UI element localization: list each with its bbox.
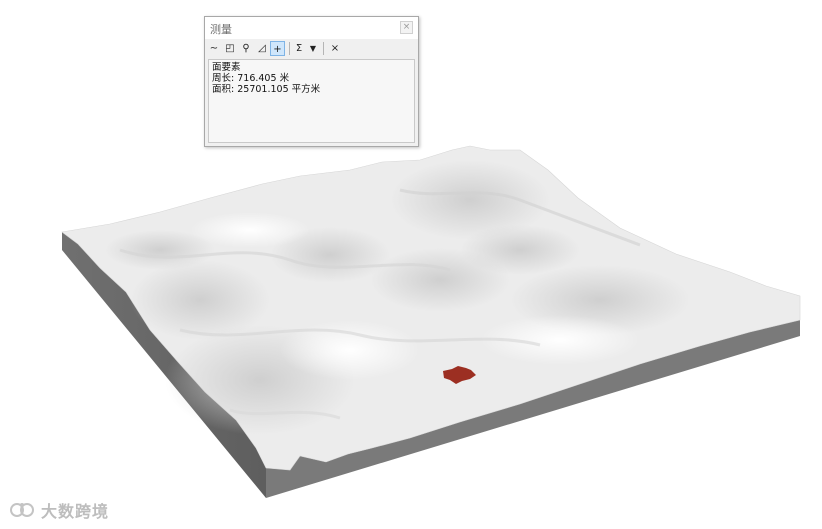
feature-type: 面要素 [212,62,241,73]
area-unit: 平方米 [291,84,321,95]
watermark: 大数跨境 [9,499,109,521]
measure-titlebar[interactable]: 测量 × [205,17,418,39]
sum-icon[interactable]: Σ [293,41,305,56]
clear-icon[interactable]: × [329,41,341,56]
measure-results-panel: 面要素 周长: 716.405 米 面积: 25701.105 平方米 [208,59,415,143]
area-label: 面积: [212,84,235,95]
perimeter-unit: 米 [279,73,290,84]
measure-area-icon[interactable]: ◰ [224,41,236,56]
toolbar-separator [323,42,324,55]
area-row: 面积: 25701.105 平方米 [212,84,411,95]
measure-window[interactable]: 测量 × ∼ ◰ ⚲ ◿ + Σ ▼ × 面要素 周长: 716.405 米 面… [204,16,419,147]
close-icon[interactable]: × [400,21,413,34]
perimeter-row: 周长: 716.405 米 [212,73,411,84]
measure-polygon-icon[interactable]: ◿ [256,41,268,56]
show-total-icon[interactable]: + [270,41,285,56]
feature-type-row: 面要素 [212,62,411,73]
perimeter-value: 716.405 [237,73,277,84]
dropdown-icon[interactable]: ▼ [308,41,318,56]
measure-line-icon[interactable]: ∼ [208,41,220,56]
measure-toolbar: ∼ ◰ ⚲ ◿ + Σ ▼ × [207,41,416,57]
brand-logo-icon [10,503,34,517]
area-value: 25701.105 [237,84,289,95]
measure-feature-icon[interactable]: ⚲ [240,41,252,56]
toolbar-separator [289,42,290,55]
watermark-text: 大数跨境 [41,502,110,521]
window-title: 测量 [210,23,232,36]
perimeter-label: 周长: [212,73,235,84]
